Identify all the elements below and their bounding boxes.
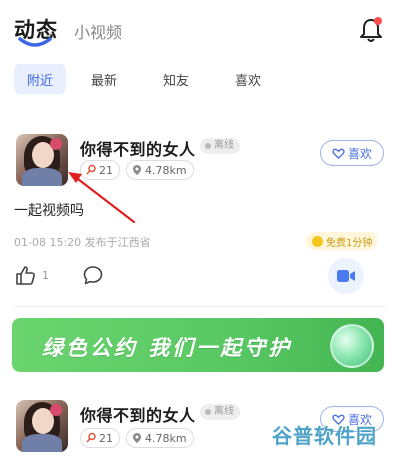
chip-likes[interactable]: 喜欢 xyxy=(222,64,274,94)
heart-count: 21 xyxy=(99,163,113,177)
heart-outline-icon xyxy=(332,148,345,159)
site-watermark: 谷普软件园 xyxy=(272,424,377,448)
comment-icon[interactable] xyxy=(82,264,104,286)
distance-value: 4.78km xyxy=(145,431,187,445)
chip-latest[interactable]: 最新 xyxy=(78,64,130,94)
free-call-label: 免费1分钟 xyxy=(326,237,373,249)
like-user-label: 喜欢 xyxy=(347,146,372,161)
like-user-button[interactable]: 喜欢 xyxy=(320,140,384,166)
heart-count-pill: 21 xyxy=(80,428,120,448)
chip-friends[interactable]: 知友 xyxy=(150,64,202,94)
status-badge: 离线 xyxy=(200,138,240,154)
status-badge: 离线 xyxy=(200,404,240,420)
heart-count: 21 xyxy=(99,431,113,445)
user-name[interactable]: 你得不到的女人 xyxy=(80,402,196,426)
post-text[interactable]: 一起视频吗 xyxy=(14,200,84,220)
divider xyxy=(14,306,386,307)
tab-short-video[interactable]: 小视频 xyxy=(74,19,122,43)
key-icon xyxy=(86,432,96,443)
video-call-button[interactable] xyxy=(328,258,364,294)
user-name[interactable]: 你得不到的女人 xyxy=(80,136,196,160)
banner-orb-icon xyxy=(330,324,374,368)
post-actions: 1 xyxy=(0,256,400,296)
video-camera-icon xyxy=(337,270,355,282)
distance-pill: 4.78km xyxy=(126,428,194,448)
location-pin-icon xyxy=(133,433,141,443)
tab-active-underline xyxy=(18,37,52,47)
distance-value: 4.78km xyxy=(145,163,187,177)
location-pin-icon xyxy=(133,165,141,175)
heart-count-pill: 21 xyxy=(80,160,120,180)
chip-nearby[interactable]: 附近 xyxy=(14,64,66,94)
post-meta: 01-08 15:20 发布于江西省 xyxy=(14,236,151,249)
distance-pill: 4.78km xyxy=(126,160,194,180)
free-call-badge[interactable]: 免费1分钟 xyxy=(306,232,379,250)
green-pledge-banner[interactable]: 绿色公约 我们一起守护 xyxy=(12,318,384,372)
notification-bell-icon[interactable] xyxy=(358,16,384,44)
avatar[interactable] xyxy=(16,400,68,452)
avatar[interactable] xyxy=(16,134,68,186)
coin-icon xyxy=(312,235,323,247)
thumbs-up-icon[interactable] xyxy=(14,264,36,286)
like-count: 1 xyxy=(42,269,49,282)
filter-chips: 附近 最新 知友 喜欢 xyxy=(14,64,294,94)
banner-text: 绿色公约 我们一起守护 xyxy=(42,336,293,360)
key-icon xyxy=(86,164,96,175)
top-tab-bar: 动态 小视频 xyxy=(0,0,400,60)
